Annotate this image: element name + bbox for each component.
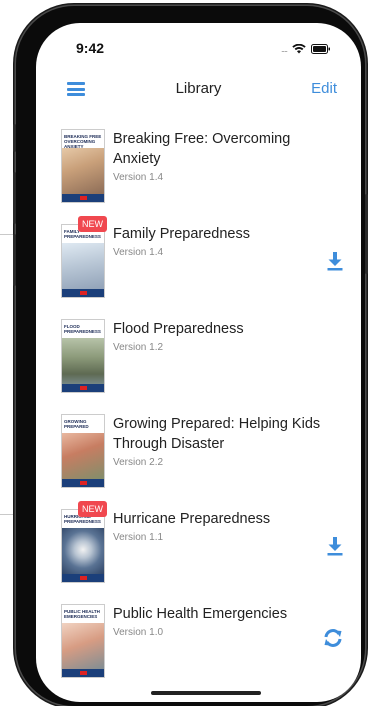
- download-icon[interactable]: [326, 251, 344, 271]
- library-item[interactable]: BREAKING FREE OVERCOMING ANXIETY Breakin…: [36, 121, 361, 216]
- item-version: Version 1.1: [113, 532, 164, 543]
- book-cover: GROWING PREPARED: [61, 414, 105, 488]
- cover-footer: [62, 289, 104, 297]
- book-cover: FLOOD PREPAREDNESS: [61, 319, 105, 393]
- edit-button[interactable]: Edit: [311, 80, 337, 97]
- signal-icon: ....: [280, 44, 288, 54]
- phone-frame: 9:42 .... Library Edit BREAKING FREE OVE…: [13, 6, 368, 706]
- item-title: Hurricane Preparedness: [113, 511, 271, 527]
- cover-footer: [62, 194, 104, 202]
- cover-title: PUBLIC HEALTH EMERGENCIES: [64, 609, 100, 619]
- item-version: Version 2.2: [113, 457, 164, 468]
- item-version: Version 1.2: [113, 342, 164, 353]
- side-button: [13, 234, 16, 286]
- status-bar: 9:42 ....: [36, 23, 361, 67]
- download-icon[interactable]: [326, 536, 344, 556]
- status-time: 9:42: [76, 40, 105, 56]
- library-item[interactable]: PUBLIC HEALTH EMERGENCIES Public Health …: [36, 596, 361, 691]
- book-cover: PUBLIC HEALTH EMERGENCIES: [61, 604, 105, 678]
- new-badge: NEW: [78, 501, 107, 517]
- battery-icon: [311, 44, 331, 54]
- side-button: [13, 124, 16, 152]
- stage: 9:42 .... Library Edit BREAKING FREE OVE…: [0, 0, 369, 706]
- cover-image: [62, 338, 104, 386]
- item-version: Version 1.4: [113, 247, 164, 258]
- cover-image: [62, 623, 104, 671]
- library-item[interactable]: FAMILY PREPAREDNESS NEW Family Preparedn…: [36, 216, 361, 311]
- item-title: Public Health Emergencies: [113, 606, 288, 622]
- book-cover: HURRICANE PREPAREDNESS: [61, 509, 105, 583]
- decorative-line: [0, 514, 16, 515]
- item-title: Flood Preparedness: [113, 321, 244, 337]
- navigation-bar: Library Edit: [36, 73, 361, 107]
- cover-image: [62, 433, 104, 481]
- item-title: Breaking Free: Overcoming Anxiety: [113, 131, 291, 167]
- home-indicator: [151, 691, 261, 695]
- cover-image: [62, 528, 104, 576]
- library-item[interactable]: FLOOD PREPAREDNESS Flood Preparedness Ve…: [36, 311, 361, 406]
- cover-title: BREAKING FREE OVERCOMING ANXIETY: [64, 134, 102, 149]
- item-title: Family Preparedness: [113, 226, 250, 242]
- library-item[interactable]: GROWING PREPARED Growing Prepared: Helpi…: [36, 406, 361, 501]
- library-list: BREAKING FREE OVERCOMING ANXIETY Breakin…: [36, 121, 361, 691]
- cover-footer: [62, 479, 104, 487]
- app-screen: 9:42 .... Library Edit BREAKING FREE OVE…: [36, 23, 361, 702]
- book-cover: FAMILY PREPAREDNESS: [61, 224, 105, 298]
- side-button: [13, 172, 16, 224]
- library-item[interactable]: HURRICANE PREPAREDNESS NEW Hurricane Pre…: [36, 501, 361, 596]
- status-icons: ....: [281, 44, 331, 54]
- cover-footer: [62, 384, 104, 392]
- cover-image: [62, 243, 104, 291]
- cover-footer: [62, 574, 104, 582]
- cover-image: [62, 148, 104, 196]
- item-version: Version 1.0: [113, 627, 164, 638]
- wifi-icon: [292, 44, 306, 54]
- cover-title: FLOOD PREPAREDNESS: [64, 324, 101, 334]
- refresh-icon[interactable]: [322, 627, 344, 649]
- cover-title: GROWING PREPARED: [64, 419, 89, 429]
- side-button: [365, 194, 368, 274]
- cover-footer: [62, 669, 104, 677]
- item-title: Growing Prepared: Helping Kids Through D…: [113, 416, 321, 452]
- item-version: Version 1.4: [113, 172, 164, 183]
- new-badge: NEW: [78, 216, 107, 232]
- book-cover: BREAKING FREE OVERCOMING ANXIETY: [61, 129, 105, 203]
